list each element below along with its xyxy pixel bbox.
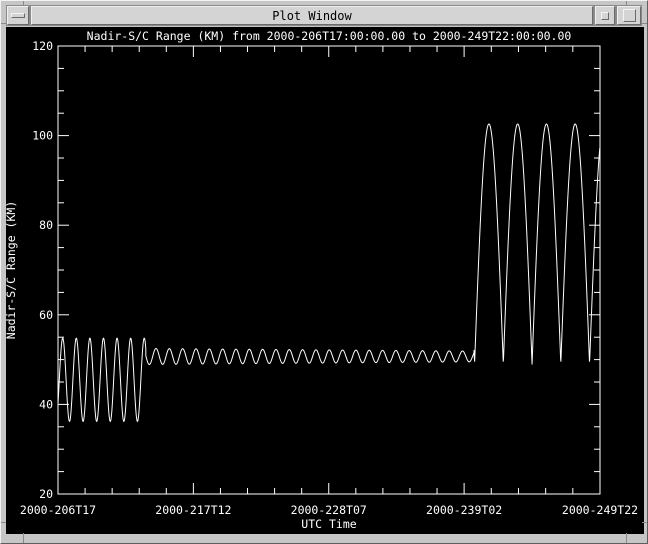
resize-notch bbox=[1, 522, 6, 523]
x-axis-label: UTC Time bbox=[301, 517, 356, 531]
maximize-icon bbox=[623, 9, 636, 22]
y-tick-label: 60 bbox=[39, 308, 53, 322]
resize-notch bbox=[642, 522, 647, 523]
x-tick-label: 2000-228T07 bbox=[291, 503, 367, 517]
plot-canvas: Nadir-S/C Range (KM) from 2000-206T17:00… bbox=[6, 27, 644, 534]
window-menu-button[interactable] bbox=[7, 6, 29, 25]
chart-title: Nadir-S/C Range (KM) from 2000-206T17:00… bbox=[87, 29, 572, 43]
resize-notch bbox=[642, 23, 647, 24]
range-series-line bbox=[58, 124, 600, 421]
minimize-icon bbox=[601, 12, 609, 20]
resize-notch bbox=[626, 1, 627, 5]
y-tick-label: 20 bbox=[39, 487, 53, 501]
resize-notch bbox=[1, 23, 6, 24]
resize-notch bbox=[23, 1, 24, 5]
window-title-text: Plot Window bbox=[272, 9, 351, 23]
resize-notch bbox=[23, 533, 24, 543]
titlebar[interactable]: Plot Window bbox=[6, 5, 642, 26]
window-title: Plot Window bbox=[31, 6, 593, 25]
y-tick-label: 100 bbox=[32, 129, 53, 143]
resize-notch bbox=[626, 533, 627, 543]
window-frame[interactable]: Plot Window Nadir-S/C Range (KM) from 20… bbox=[0, 0, 648, 544]
y-tick-label: 80 bbox=[39, 218, 53, 232]
axes: 2000-206T17 2000-217T12 2000-228T07 2000-23… bbox=[20, 39, 638, 517]
y-axis-label: Nadir-S/C Range (KM) bbox=[6, 201, 18, 339]
x-tick-label: 2000-217T12 bbox=[155, 503, 231, 517]
minimize-button[interactable] bbox=[595, 6, 615, 25]
y-tick-label: 40 bbox=[39, 397, 53, 411]
x-tick-label: 2000-206T17 bbox=[20, 503, 96, 517]
x-tick-label: 2000-249T22 bbox=[562, 503, 638, 517]
plot-curve bbox=[58, 124, 600, 421]
window-menu-icon bbox=[11, 13, 25, 18]
maximize-button[interactable] bbox=[617, 6, 641, 25]
x-tick-label: 2000-239T02 bbox=[426, 503, 502, 517]
y-tick-label: 120 bbox=[32, 39, 53, 53]
plot-box bbox=[58, 46, 600, 494]
chart: Nadir-S/C Range (KM) from 2000-206T17:00… bbox=[6, 27, 644, 534]
